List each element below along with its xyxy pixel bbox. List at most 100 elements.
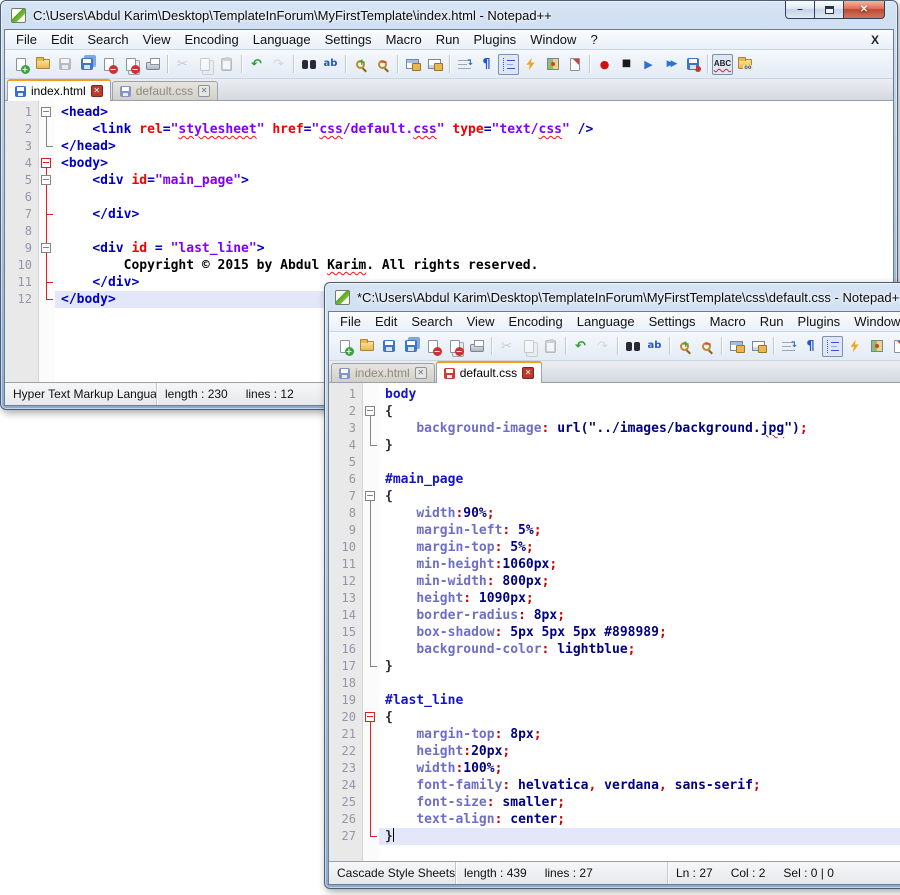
spell-check-button[interactable]: ABC xyxy=(712,54,733,75)
fold-collapse-box[interactable] xyxy=(41,243,51,253)
macro-run-multiple-button[interactable]: ▶▶ xyxy=(660,54,681,75)
save-file-button[interactable] xyxy=(54,54,75,75)
close-all-button[interactable]: − xyxy=(120,54,141,75)
menu-view[interactable]: View xyxy=(460,314,502,329)
menu-window[interactable]: Window xyxy=(847,314,900,329)
menu-file[interactable]: File xyxy=(9,32,44,47)
menu-settings[interactable]: Settings xyxy=(642,314,703,329)
menu-search[interactable]: Search xyxy=(80,32,135,47)
undo-button[interactable]: ↶ xyxy=(570,336,591,357)
menu-settings[interactable]: Settings xyxy=(318,32,379,47)
menu-encoding[interactable]: Encoding xyxy=(502,314,570,329)
code-editor[interactable]: 1body2{3 background-image: url("../image… xyxy=(329,383,900,861)
word-wrap-button[interactable] xyxy=(454,54,475,75)
tab-default-css[interactable]: default.css✕ xyxy=(112,81,218,100)
macro-save-button[interactable] xyxy=(682,54,703,75)
menu-plugins[interactable]: Plugins xyxy=(791,314,848,329)
fold-collapse-box[interactable] xyxy=(41,158,51,168)
code-line[interactable]: 8 width:90%; xyxy=(329,505,900,522)
menu-edit[interactable]: Edit xyxy=(44,32,80,47)
code-line[interactable]: 25 font-size: smaller; xyxy=(329,794,900,811)
menu-language[interactable]: Language xyxy=(570,314,642,329)
fold-collapse-box[interactable] xyxy=(365,712,375,722)
menu-macro[interactable]: Macro xyxy=(379,32,429,47)
tab-index-html[interactable]: index.html✕ xyxy=(7,79,111,101)
close-file-button[interactable]: − xyxy=(422,336,443,357)
indent-guide-button[interactable] xyxy=(822,336,843,357)
code-line[interactable]: 7{ xyxy=(329,488,900,505)
zoom-out-button[interactable]: − xyxy=(372,54,393,75)
sync-horizontal-button[interactable] xyxy=(424,54,445,75)
fold-collapse-box[interactable] xyxy=(365,406,375,416)
redo-button[interactable]: ↷ xyxy=(592,336,613,357)
code-line[interactable]: 14 border-radius: 8px; xyxy=(329,607,900,624)
code-line[interactable]: 22 height:20px; xyxy=(329,743,900,760)
macro-record-button[interactable]: ● xyxy=(594,54,615,75)
copy-button[interactable] xyxy=(194,54,215,75)
macro-stop-button[interactable]: ■ xyxy=(616,54,637,75)
code-line[interactable]: 26 text-align: center; xyxy=(329,811,900,828)
zoom-in-button[interactable]: + xyxy=(350,54,371,75)
sync-vertical-button[interactable] xyxy=(726,336,747,357)
replace-button[interactable]: ab xyxy=(320,54,341,75)
show-all-characters-button[interactable]: ¶ xyxy=(476,54,497,75)
code-line[interactable]: 17} xyxy=(329,658,900,675)
fold-collapse-box[interactable] xyxy=(41,175,51,185)
paste-button[interactable] xyxy=(540,336,561,357)
zoom-in-button[interactable]: + xyxy=(674,336,695,357)
code-line[interactable]: 11 min-height:1060px; xyxy=(329,556,900,573)
menu-macro[interactable]: Macro xyxy=(703,314,753,329)
menu-search[interactable]: Search xyxy=(404,314,459,329)
sync-vertical-button[interactable] xyxy=(402,54,423,75)
menu-run[interactable]: Run xyxy=(753,314,791,329)
document-map-button[interactable] xyxy=(866,336,887,357)
doc-switcher-button[interactable] xyxy=(564,54,585,75)
print-button[interactable] xyxy=(466,336,487,357)
close-file-button[interactable]: − xyxy=(98,54,119,75)
tab-close-icon[interactable]: ✕ xyxy=(415,367,427,379)
code-line[interactable]: 2 <link rel="stylesheet" href="css/defau… xyxy=(5,121,893,138)
save-all-button[interactable] xyxy=(400,336,421,357)
code-line[interactable]: 6#main_page xyxy=(329,471,900,488)
close-button[interactable]: ✕ xyxy=(843,1,885,19)
code-line[interactable]: 19#last_line xyxy=(329,692,900,709)
save-all-button[interactable] xyxy=(76,54,97,75)
code-line[interactable]: 4<body> xyxy=(5,155,893,172)
find-button[interactable] xyxy=(622,336,643,357)
menu-window[interactable]: Window xyxy=(523,32,583,47)
code-line[interactable]: 18 xyxy=(329,675,900,692)
redo-button[interactable]: ↷ xyxy=(268,54,289,75)
menu-plugins[interactable]: Plugins xyxy=(467,32,524,47)
new-file-button[interactable]: + xyxy=(10,54,31,75)
function-list-button[interactable] xyxy=(844,336,865,357)
document-map-button[interactable] xyxy=(542,54,563,75)
cut-button[interactable]: ✂ xyxy=(496,336,517,357)
tab-default-css[interactable]: default.css✕ xyxy=(436,361,542,383)
code-line[interactable]: 9 margin-left: 5%; xyxy=(329,522,900,539)
code-line[interactable]: 6 xyxy=(5,189,893,206)
code-line[interactable]: 13 height: 1090px; xyxy=(329,590,900,607)
show-all-characters-button[interactable]: ¶ xyxy=(800,336,821,357)
spell-check-settings-button[interactable] xyxy=(734,54,755,75)
replace-button[interactable]: ab xyxy=(644,336,665,357)
open-file-button[interactable] xyxy=(356,336,377,357)
open-file-button[interactable] xyxy=(32,54,53,75)
menu-encoding[interactable]: Encoding xyxy=(178,32,246,47)
code-line[interactable]: 3</head> xyxy=(5,138,893,155)
code-line[interactable]: 5 xyxy=(329,454,900,471)
word-wrap-button[interactable] xyxy=(778,336,799,357)
code-line[interactable]: 27} xyxy=(329,828,900,845)
code-line[interactable]: 10 Copyright © 2015 by Abdul Karim. All … xyxy=(5,257,893,274)
code-line[interactable]: 5 <div id="main_page"> xyxy=(5,172,893,189)
close-all-button[interactable]: − xyxy=(444,336,465,357)
code-line[interactable]: 1<head> xyxy=(5,104,893,121)
cut-button[interactable]: ✂ xyxy=(172,54,193,75)
sync-horizontal-button[interactable] xyxy=(748,336,769,357)
title-bar[interactable]: *C:\Users\Abdul Karim\Desktop\TemplateIn… xyxy=(325,283,900,311)
zoom-out-button[interactable]: − xyxy=(696,336,717,357)
code-line[interactable]: 16 background-color: lightblue; xyxy=(329,641,900,658)
code-line[interactable]: 20{ xyxy=(329,709,900,726)
fold-collapse-box[interactable] xyxy=(41,107,51,117)
code-line[interactable]: 24 font-family: helvatica, verdana, sans… xyxy=(329,777,900,794)
code-line[interactable]: 3 background-image: url("../images/backg… xyxy=(329,420,900,437)
